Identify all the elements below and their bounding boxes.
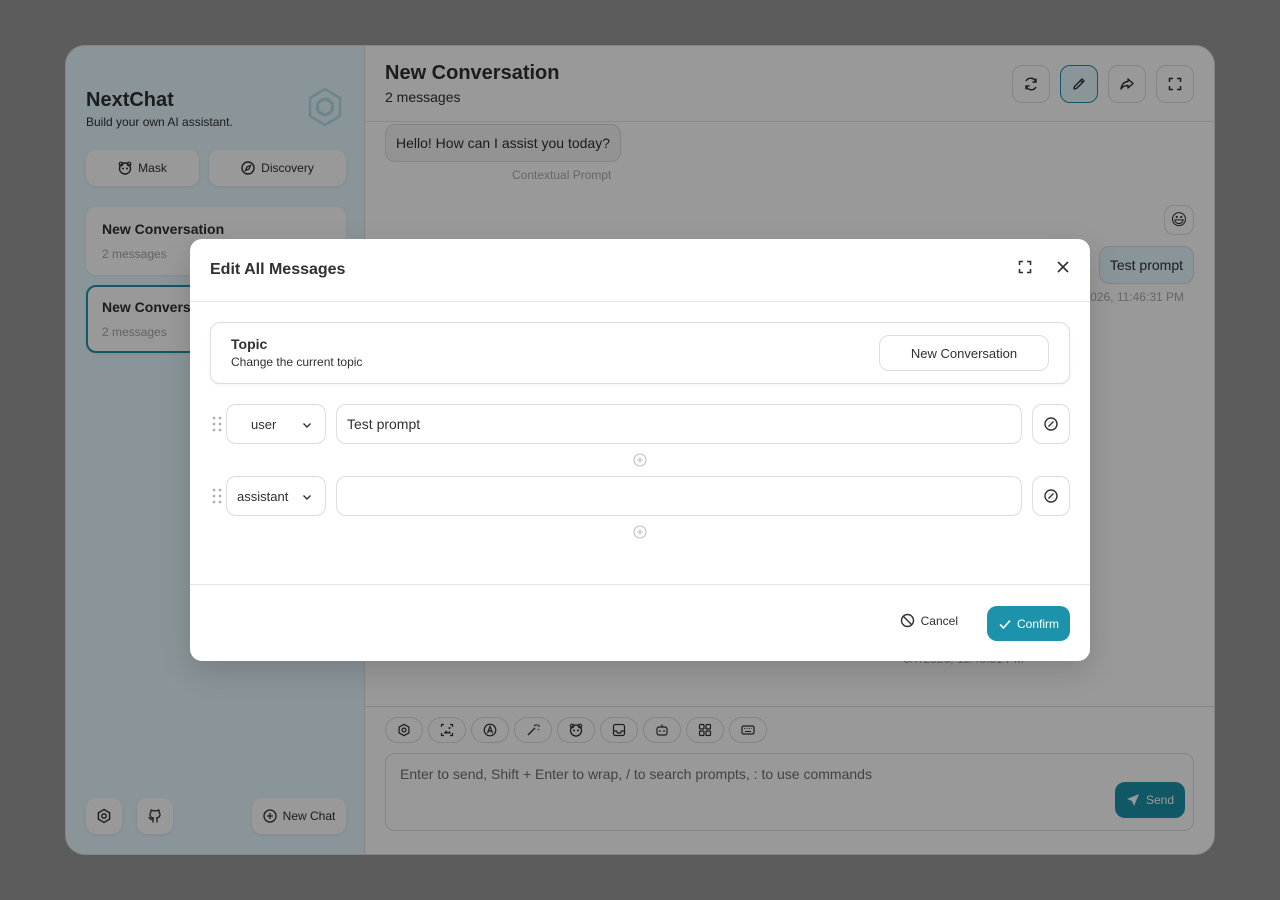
message-row: user Test prompt	[210, 404, 1070, 444]
chevron-down-icon	[303, 495, 311, 500]
insert-message-button[interactable]	[632, 452, 648, 468]
modal-body: Topic Change the current topic New Conve…	[190, 302, 1090, 584]
clear-icon	[1044, 417, 1058, 431]
modal-footer: Cancel Confirm	[190, 584, 1090, 661]
edit-messages-modal: Edit All Messages Topic Change the curre…	[190, 239, 1090, 661]
add-circle-icon	[633, 525, 647, 539]
message-row: assistant	[210, 476, 1070, 516]
cancel-icon	[900, 613, 914, 628]
role-select-value: user	[251, 416, 277, 432]
cancel-label: Cancel	[920, 613, 958, 628]
maximize-icon	[1018, 260, 1032, 274]
insert-message-button[interactable]	[632, 524, 648, 540]
role-select-value: assistant	[237, 488, 289, 504]
clear-icon	[1044, 489, 1058, 503]
modal-maximize-button[interactable]	[1016, 258, 1034, 276]
modal-title: Edit All Messages	[210, 261, 346, 278]
drag-handle-icon[interactable]	[210, 487, 224, 505]
role-select[interactable]: user	[226, 404, 326, 444]
close-icon	[1057, 261, 1069, 273]
modal-header: Edit All Messages	[190, 239, 1090, 302]
message-content-input[interactable]	[336, 476, 1022, 516]
chevron-down-icon	[303, 423, 311, 428]
modal-close-button[interactable]	[1054, 258, 1072, 276]
check-icon	[999, 619, 1011, 629]
topic-input[interactable]: New Conversation	[879, 335, 1049, 371]
confirm-button[interactable]: Confirm	[987, 606, 1070, 641]
role-select[interactable]: assistant	[226, 476, 326, 516]
cancel-button[interactable]: Cancel	[900, 613, 958, 628]
message-content-input[interactable]: Test prompt	[336, 404, 1022, 444]
delete-message-button[interactable]	[1032, 404, 1070, 444]
add-circle-icon	[633, 453, 647, 467]
confirm-label: Confirm	[1016, 616, 1059, 631]
topic-setting: Topic Change the current topic New Conve…	[210, 322, 1070, 384]
drag-handle-icon[interactable]	[210, 415, 224, 433]
delete-message-button[interactable]	[1032, 476, 1070, 516]
